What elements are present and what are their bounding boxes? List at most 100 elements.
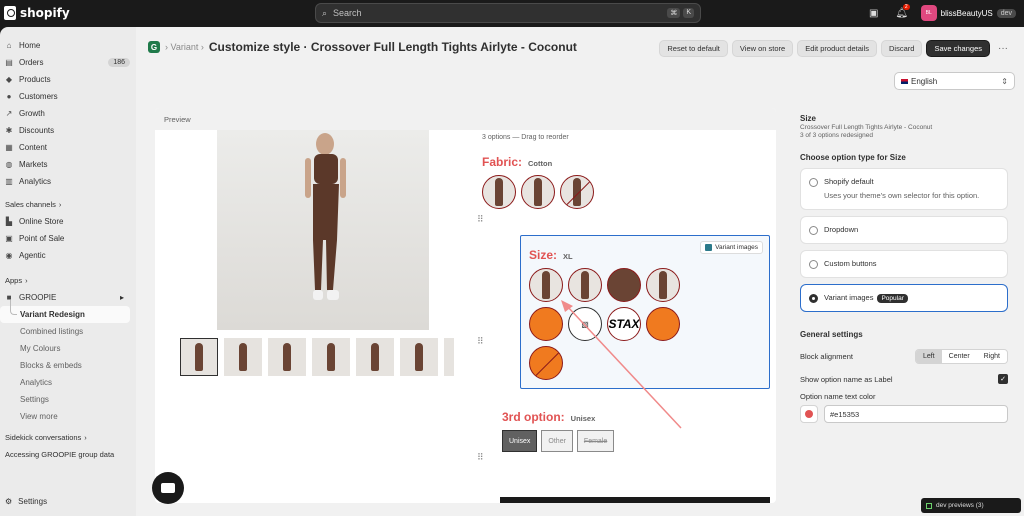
- sidebar-item-label: Customers: [19, 92, 58, 101]
- swatch[interactable]: [529, 268, 563, 302]
- sub-settings[interactable]: Settings: [0, 391, 130, 408]
- more-actions-icon[interactable]: ···: [994, 43, 1012, 54]
- drag-hint: 3 options — Drag to reorder: [482, 134, 569, 141]
- sub-blocks-embeds[interactable]: Blocks & embeds: [0, 357, 130, 374]
- chat-button[interactable]: [152, 472, 184, 504]
- reset-button[interactable]: Reset to default: [659, 40, 728, 57]
- sidebar: ⌂ Home ▤ Orders 186 ◆ Products ● Customers ↗ G…: [0, 27, 136, 516]
- top-right-tools: ▣ 🔔︎ 2 BL blissBeautyUS dev: [865, 4, 1016, 22]
- drag-handle-icon[interactable]: ⠿: [477, 452, 484, 463]
- store-switch-icon[interactable]: ▣: [865, 4, 883, 22]
- tag-other[interactable]: Other: [541, 430, 573, 452]
- sidebar-item-customers[interactable]: ● Customers: [0, 88, 130, 105]
- content-icon: ▦: [5, 142, 13, 152]
- swatch[interactable]: [521, 175, 555, 209]
- show-label-checkbox[interactable]: ✓: [998, 374, 1008, 384]
- sidebar-item-orders[interactable]: ▤ Orders 186: [0, 54, 130, 71]
- thumbnail[interactable]: [180, 338, 218, 376]
- swatch-unavailable[interactable]: [560, 175, 594, 209]
- sidekick-section[interactable]: Sidekick conversations ›: [0, 429, 136, 446]
- search-input[interactable]: ⌕ Search ⌘ K: [315, 3, 701, 23]
- discard-button[interactable]: Discard: [881, 40, 923, 57]
- type-shopify-default[interactable]: Shopify default Uses your theme's own sel…: [800, 168, 1008, 210]
- drag-handle-icon[interactable]: ⠿: [477, 214, 484, 225]
- sidebar-item-growth[interactable]: ↗ Growth: [0, 105, 130, 122]
- align-left-button[interactable]: Left: [915, 350, 942, 363]
- block-alignment-row: Block alignment Left Center Right: [800, 349, 1008, 364]
- sub-analytics[interactable]: Analytics: [0, 374, 130, 391]
- sidebar-item-groopie[interactable]: ■ GROOPIE ▸: [0, 289, 130, 306]
- tag-female[interactable]: Female: [576, 430, 615, 452]
- align-right-button[interactable]: Right: [976, 350, 1007, 363]
- header-actions: Reset to default View on store Edit prod…: [659, 40, 1012, 57]
- general-settings-heading: General settings: [800, 330, 863, 339]
- thumbnail[interactable]: [356, 338, 394, 376]
- save-button[interactable]: Save changes: [926, 40, 990, 57]
- thumbnail-strip: [180, 338, 454, 376]
- bell-icon[interactable]: 🔔︎ 2: [893, 4, 911, 22]
- sidebar-item-products[interactable]: ◆ Products: [0, 71, 130, 88]
- thumbnail[interactable]: [224, 338, 262, 376]
- color-input[interactable]: #e15353: [824, 405, 1008, 423]
- radio-selected[interactable]: [809, 294, 818, 303]
- color-swatch[interactable]: [800, 405, 818, 423]
- sidebar-item-content[interactable]: ▦ Content: [0, 139, 130, 156]
- swatch[interactable]: [482, 175, 516, 209]
- dev-previews-bar[interactable]: dev previews (3): [921, 498, 1021, 513]
- shortcut-hint: ⌘ K: [667, 8, 694, 18]
- card-label: Dropdown: [824, 225, 859, 234]
- thumbnail[interactable]: [400, 338, 438, 376]
- radio[interactable]: [809, 226, 818, 235]
- sub-combined-listings[interactable]: Combined listings: [0, 323, 130, 340]
- swatch[interactable]: [646, 268, 680, 302]
- sidebar-item-markets[interactable]: ◍ Markets: [0, 156, 130, 173]
- thumbnail-figure: [283, 343, 291, 371]
- type-custom-buttons[interactable]: Custom buttons: [800, 250, 1008, 278]
- popular-badge: Popular: [877, 294, 908, 303]
- sidebar-item-agentic[interactable]: ◉ Agentic: [0, 247, 130, 264]
- type-variant-images[interactable]: Variant images Popular: [800, 284, 1008, 312]
- shopify-logo[interactable]: shopify: [4, 6, 70, 20]
- sub-view-more[interactable]: View more: [0, 408, 130, 425]
- third-option-title: 3rd option: Unisex: [502, 410, 614, 424]
- chart-icon: ▥: [5, 176, 13, 186]
- thumbnail[interactable]: [312, 338, 350, 376]
- show-label-row: Show option name as Label ✓: [800, 374, 1008, 384]
- radio[interactable]: [809, 178, 818, 187]
- dev-badge: dev: [996, 8, 1016, 18]
- store-icon: ▙: [5, 216, 13, 226]
- sidebar-item-online-store[interactable]: ▙ Online Store: [0, 213, 130, 230]
- globe-icon: ◍: [5, 159, 13, 169]
- person-icon: ●: [6, 91, 12, 101]
- edit-product-button[interactable]: Edit product details: [797, 40, 878, 57]
- thumbnail[interactable]: [444, 338, 454, 376]
- thumbnail[interactable]: [268, 338, 306, 376]
- sub-my-colours[interactable]: My Colours: [0, 340, 130, 357]
- radio[interactable]: [809, 260, 818, 269]
- choose-type-heading: Choose option type for Size: [800, 153, 906, 162]
- swatch[interactable]: [568, 268, 602, 302]
- sidebar-item-settings[interactable]: ⚙ Settings: [5, 497, 47, 506]
- thumbnail-figure: [195, 343, 203, 371]
- view-on-store-button[interactable]: View on store: [731, 40, 794, 57]
- store-name: blissBeautyUS: [940, 8, 993, 18]
- type-dropdown[interactable]: Dropdown: [800, 216, 1008, 244]
- drag-handle-icon[interactable]: ⠿: [477, 336, 484, 347]
- store-menu[interactable]: BL blissBeautyUS dev: [920, 5, 1016, 21]
- home-icon: ⌂: [6, 40, 12, 50]
- sidekick-conversation-item[interactable]: Accessing GROOPIE group data: [0, 446, 136, 463]
- breadcrumb[interactable]: › Variant ›: [165, 42, 204, 52]
- align-center-button[interactable]: Center: [941, 350, 977, 363]
- sub-variant-redesign[interactable]: Variant Redesign: [0, 300, 130, 323]
- sidebar-item-home[interactable]: ⌂ Home: [0, 37, 130, 54]
- tag-unisex[interactable]: Unisex: [502, 430, 538, 452]
- sidebar-item-analytics[interactable]: ▥ Analytics: [0, 173, 130, 190]
- apps-section[interactable]: Apps ›: [0, 272, 136, 289]
- card-label-wrap: Variant images Popular: [824, 293, 908, 303]
- sidebar-item-pos[interactable]: ▣ Point of Sale: [0, 230, 130, 247]
- swatch[interactable]: [607, 268, 641, 302]
- sales-channels-section[interactable]: Sales channels ›: [0, 196, 136, 213]
- language-select[interactable]: English ⇕: [894, 72, 1015, 90]
- main-content: G › Variant › Customize style · Crossove…: [136, 27, 1024, 516]
- sidebar-item-discounts[interactable]: ✱ Discounts: [0, 122, 130, 139]
